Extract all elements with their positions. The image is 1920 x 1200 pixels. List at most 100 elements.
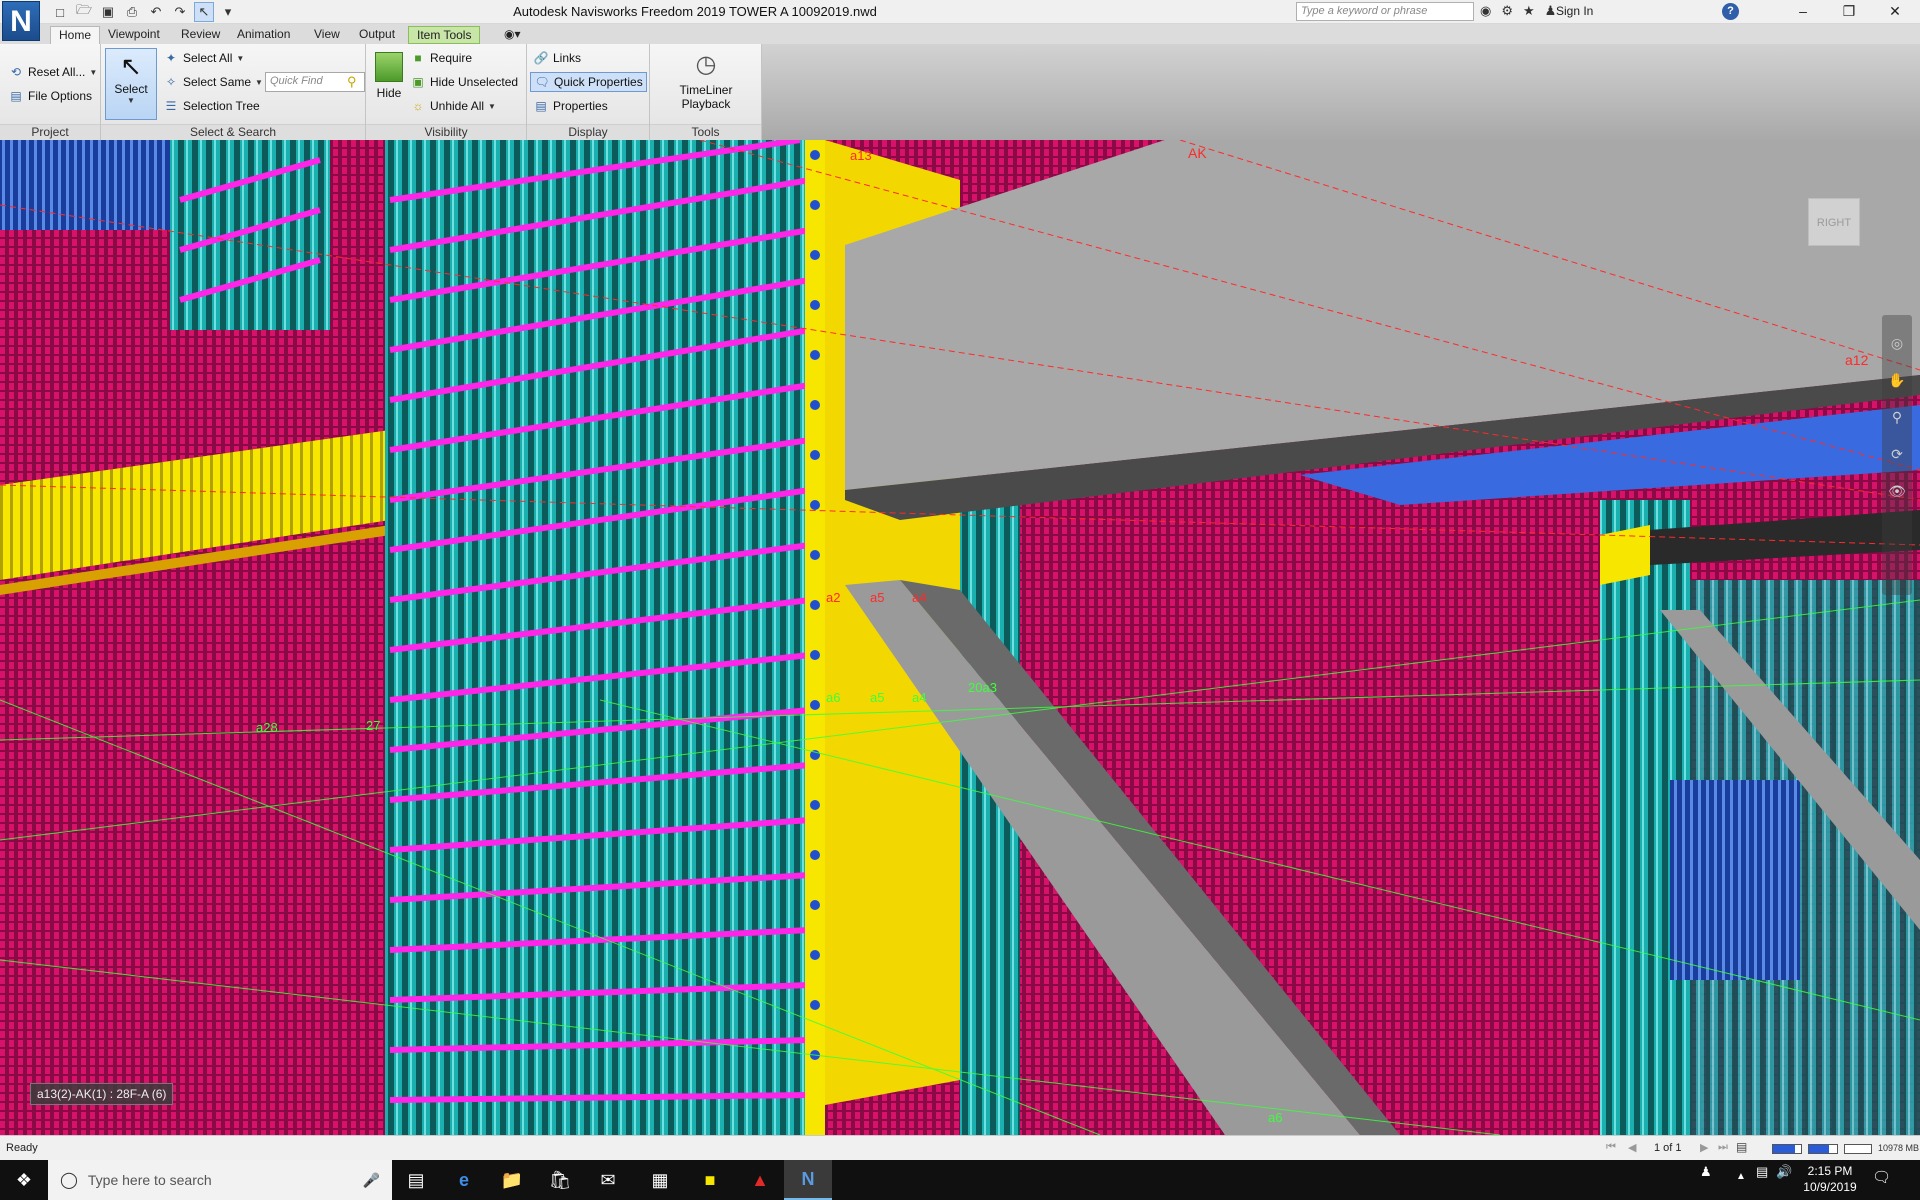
sign-in-button[interactable]: Sign In [1556,4,1593,18]
select-button[interactable]: ↖ Select ▼ [105,48,157,120]
steering-wheel-icon[interactable]: ◎ [1882,335,1912,352]
chevron-down-icon: ▼ [236,53,245,63]
quick-properties-icon: 🗨 [534,75,550,89]
reset-all-label: Reset All... [28,65,86,79]
rebar-cage-top [170,140,330,330]
grid-label: a12 [1845,352,1869,368]
sheet-page-indicator: 1 of 1 [1654,1142,1682,1154]
system-clock[interactable]: 2:15 PM 10/9/2019 [1800,1163,1860,1195]
action-center-icon[interactable]: 🗨 [1872,1168,1891,1186]
application-menu-button[interactable]: N [2,1,40,41]
panel-visibility: Hide ■ Require ▣ Hide Unselected ☼ Unhid… [366,44,527,140]
select-label: Select [114,82,148,96]
grid-label: a2 [826,590,840,605]
grid-label: 27 [366,718,380,733]
blue-framing-right [1670,780,1800,980]
file-options-icon: ▤ [10,89,22,103]
file-explorer-icon[interactable]: 📁 [488,1160,536,1200]
pan-hand-icon[interactable]: ✋ [1882,372,1912,389]
network-icon[interactable]: ▤ [1756,1164,1768,1180]
favorites-star-icon[interactable]: ★ [1523,3,1535,19]
select-same-button[interactable]: ✧ Select Same ▼ [163,74,263,90]
communication-icon[interactable]: ⚙ [1501,3,1513,19]
binoculars-icon[interactable]: ◉ [1480,3,1491,19]
grid-label: a13 [850,148,872,163]
panel-tools: ◷ TimeLiner Playback Tools [650,44,762,140]
hide-unselected-button[interactable]: ▣ Hide Unselected [410,74,518,90]
panel-label-project: Project [0,124,100,140]
require-button[interactable]: ■ Require [410,50,472,66]
blue-framing [0,140,180,230]
title-bar: N □ 🗁 ▣ ⎙ ↶ ↷ ↖ ▾ Autodesk Navisworks Fr… [0,0,1920,41]
infocenter-tools: ◉ ⚙ ★ ♟ [1480,3,1556,19]
navigation-bar[interactable]: ◎ ✋ ⚲ ⟳ 👁 [1882,315,1912,595]
panel-project: ⟲ Reset All... ▼ ▤ File Options Project [0,44,101,140]
viewcube[interactable]: RIGHT [1808,198,1860,246]
chevron-down-icon: ▼ [488,101,496,111]
last-sheet-icon[interactable]: ⏭ [1718,1141,1728,1154]
mail-icon[interactable]: ✉ [584,1160,632,1200]
task-view-icon[interactable]: ▤ [392,1160,440,1200]
store-icon[interactable]: 🛍 [536,1160,584,1200]
taskbar-search[interactable]: ◯ Type here to search 🎤 [48,1160,392,1200]
properties-button[interactable]: ▤ Properties [533,98,607,114]
file-options-label: File Options [28,89,93,103]
grid-label: a28 [256,720,278,735]
look-icon[interactable]: 👁 [1882,483,1912,500]
start-button[interactable]: ❖ [0,1160,48,1200]
tray-chevron-icon[interactable]: ▲ [1736,1171,1746,1182]
minimize-button[interactable]: – [1780,0,1826,24]
properties-icon: ▤ [535,99,547,113]
reset-all-button[interactable]: ⟲ Reset All... ▼ [8,64,97,80]
zoom-icon[interactable]: ⚲ [1882,409,1912,426]
pencil-progress-bar [1772,1144,1802,1154]
model-scene[interactable]: AK a12 a13 a2 a5 a4 a28 27 a6 a5 a4 20a3… [0,140,1920,1135]
previous-sheet-icon[interactable]: ◀ [1628,1141,1636,1154]
tab-output[interactable]: Output [351,26,403,44]
chevron-down-icon: ▼ [255,77,263,87]
3d-viewport[interactable]: AK a12 a13 a2 a5 a4 a28 27 a6 a5 a4 20a3… [0,140,1920,1135]
select-all-label: Select All [183,51,233,65]
volume-icon[interactable]: 🔊 [1776,1164,1792,1180]
tab-item-tools[interactable]: Item Tools [408,26,481,44]
tab-viewpoint[interactable]: Viewpoint [100,26,168,44]
file-options-button[interactable]: ▤ File Options [8,88,92,104]
navisworks-taskbar-icon[interactable]: N [784,1160,832,1200]
timeliner-clock-icon: ◷ [695,51,717,78]
acrobat-icon[interactable]: ▲ [736,1160,784,1200]
panel-select-search: ↖ Select ▼ ✦ Select All ▼ ✧ Select Same … [101,44,366,140]
tab-review[interactable]: Review [173,26,228,44]
orbit-icon[interactable]: ⟳ [1882,446,1912,463]
quick-properties-button[interactable]: 🗨 Quick Properties [530,72,647,92]
select-all-button[interactable]: ✦ Select All ▼ [163,50,244,66]
tab-home[interactable]: Home [50,26,101,44]
help-icon[interactable]: ? [1722,3,1739,20]
quick-find-search-icon[interactable]: ⚲ [347,74,357,90]
links-button[interactable]: 🔗 Links [533,50,582,66]
first-sheet-icon[interactable]: ⏮ [1606,1141,1616,1154]
microphone-icon[interactable]: 🎤 [363,1172,380,1189]
sheet-browser-icon[interactable]: ▤ [1736,1140,1747,1154]
grid-label: a4 [912,690,926,705]
timeliner-playback-button[interactable]: ◷ TimeLiner Playback [656,48,756,120]
selection-tree-button[interactable]: ☰ Selection Tree [163,98,260,114]
ribbon-empty-area [762,44,1920,140]
next-sheet-icon[interactable]: ▶ [1700,1141,1708,1154]
help-search-input[interactable]: Type a keyword or phrase [1296,2,1474,21]
edge-browser-icon[interactable]: e [440,1160,488,1200]
close-button[interactable]: ✕ [1872,0,1918,24]
hide-button[interactable]: Hide [370,48,408,120]
ribbon-options-icon[interactable]: ◉▾ [496,26,529,44]
clock-time: 2:15 PM [1807,1164,1853,1178]
restore-button[interactable]: ❐ [1826,0,1872,24]
panel-display: 🔗 Links 🗨 Quick Properties ▤ Properties … [527,44,650,140]
cortana-circle-icon: ◯ [60,1172,78,1189]
user-icon[interactable]: ♟ [1545,3,1557,19]
sticky-notes-icon[interactable]: ■ [686,1160,734,1200]
people-icon[interactable]: ♟ [1700,1164,1712,1180]
tab-animation[interactable]: Animation [229,26,298,44]
selection-tooltip: a13(2)-AK(1) : 28F-A (6) [30,1083,174,1105]
tab-view[interactable]: View [306,26,348,44]
unhide-all-button[interactable]: ☼ Unhide All ▼ [410,98,496,114]
calculator-icon[interactable]: ▦ [636,1160,684,1200]
